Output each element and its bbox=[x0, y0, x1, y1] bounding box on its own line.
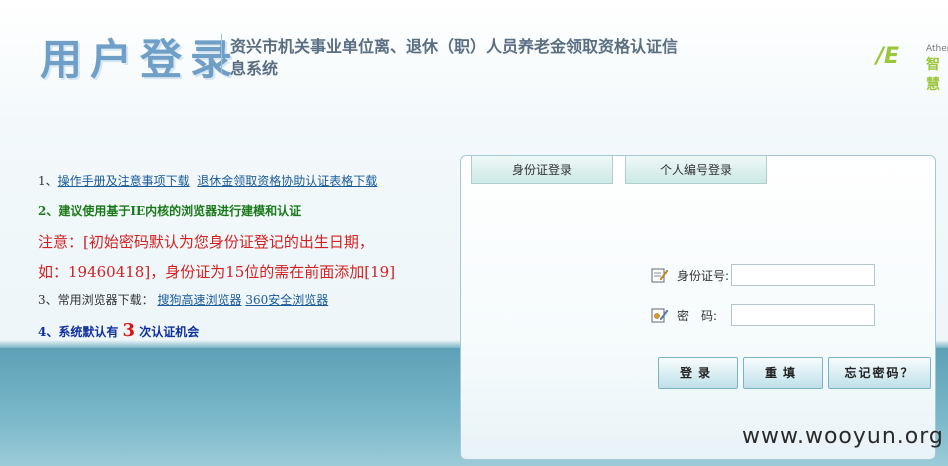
forgot-password-button[interactable]: 忘记密码？ bbox=[828, 357, 931, 389]
manual-download-link[interactable]: 操作手册及注意事项下载 bbox=[58, 174, 190, 188]
header-divider bbox=[221, 34, 222, 74]
note-item-password-example: 如：19460418]，身份证为15位的需在前面添加[19] bbox=[38, 263, 396, 281]
key-edit-icon bbox=[651, 308, 669, 323]
login-button[interactable]: 登录 bbox=[658, 357, 738, 389]
form-download-link[interactable]: 退休金领取资格协助认证表格下载 bbox=[197, 174, 377, 188]
watermark-text: www.wooyun.org bbox=[742, 424, 944, 449]
note-suffix: 次认证机会 bbox=[139, 325, 200, 339]
note-item-downloads: 1、操作手册及注意事项下载 退休金领取资格协助认证表格下载 bbox=[38, 172, 377, 189]
system-name: 资兴市机关事业单位离、退休（职）人员养老金领取资格认证信息系统 bbox=[230, 37, 679, 78]
attempt-count: 3 bbox=[122, 320, 136, 341]
password-label: 密 码: bbox=[677, 308, 718, 323]
page-title: 用户登录 bbox=[40, 35, 241, 84]
note-prefix: 3、常用浏览器下载： bbox=[38, 293, 154, 307]
brand-text-cn: 智慧 bbox=[926, 57, 940, 93]
reset-button[interactable]: 重填 bbox=[743, 357, 823, 389]
login-panel: 身份证登录 个人编号登录 身份证号: 密 码: 登录 重填 忘记密码？ bbox=[460, 155, 936, 460]
brand-text-en: Athen bbox=[926, 44, 948, 54]
sogou-browser-link[interactable]: 搜狗高速浏览器 bbox=[157, 293, 241, 307]
id-number-input[interactable] bbox=[731, 264, 875, 286]
tab-personal-number-login[interactable]: 个人编号登录 bbox=[625, 156, 767, 184]
note-item-password-notice: 注意：[初始密码默认为您身份证登记的出生日期， bbox=[38, 233, 374, 251]
id-number-row: 身份证号: bbox=[651, 263, 875, 287]
note-item-browser-download: 3、常用浏览器下载： 搜狗高速浏览器 360安全浏览器 bbox=[38, 291, 328, 308]
password-row: 密 码: bbox=[651, 303, 875, 327]
note-prefix: 1、 bbox=[38, 174, 58, 188]
tab-id-card-login[interactable]: 身份证登录 bbox=[471, 156, 613, 184]
360-browser-link[interactable]: 360安全浏览器 bbox=[245, 293, 328, 307]
note-prefix: 4、系统默认有 bbox=[38, 325, 119, 339]
edit-form-icon bbox=[651, 268, 669, 283]
password-input[interactable] bbox=[731, 304, 875, 326]
note-item-browser-advice: 2、建议使用基于IE内核的浏览器进行建模和认证 bbox=[38, 204, 302, 218]
brand-logo: /E bbox=[876, 44, 900, 69]
id-number-label: 身份证号: bbox=[677, 268, 730, 283]
note-item-attempts: 4、系统默认有 3 次认证机会 bbox=[38, 320, 199, 341]
